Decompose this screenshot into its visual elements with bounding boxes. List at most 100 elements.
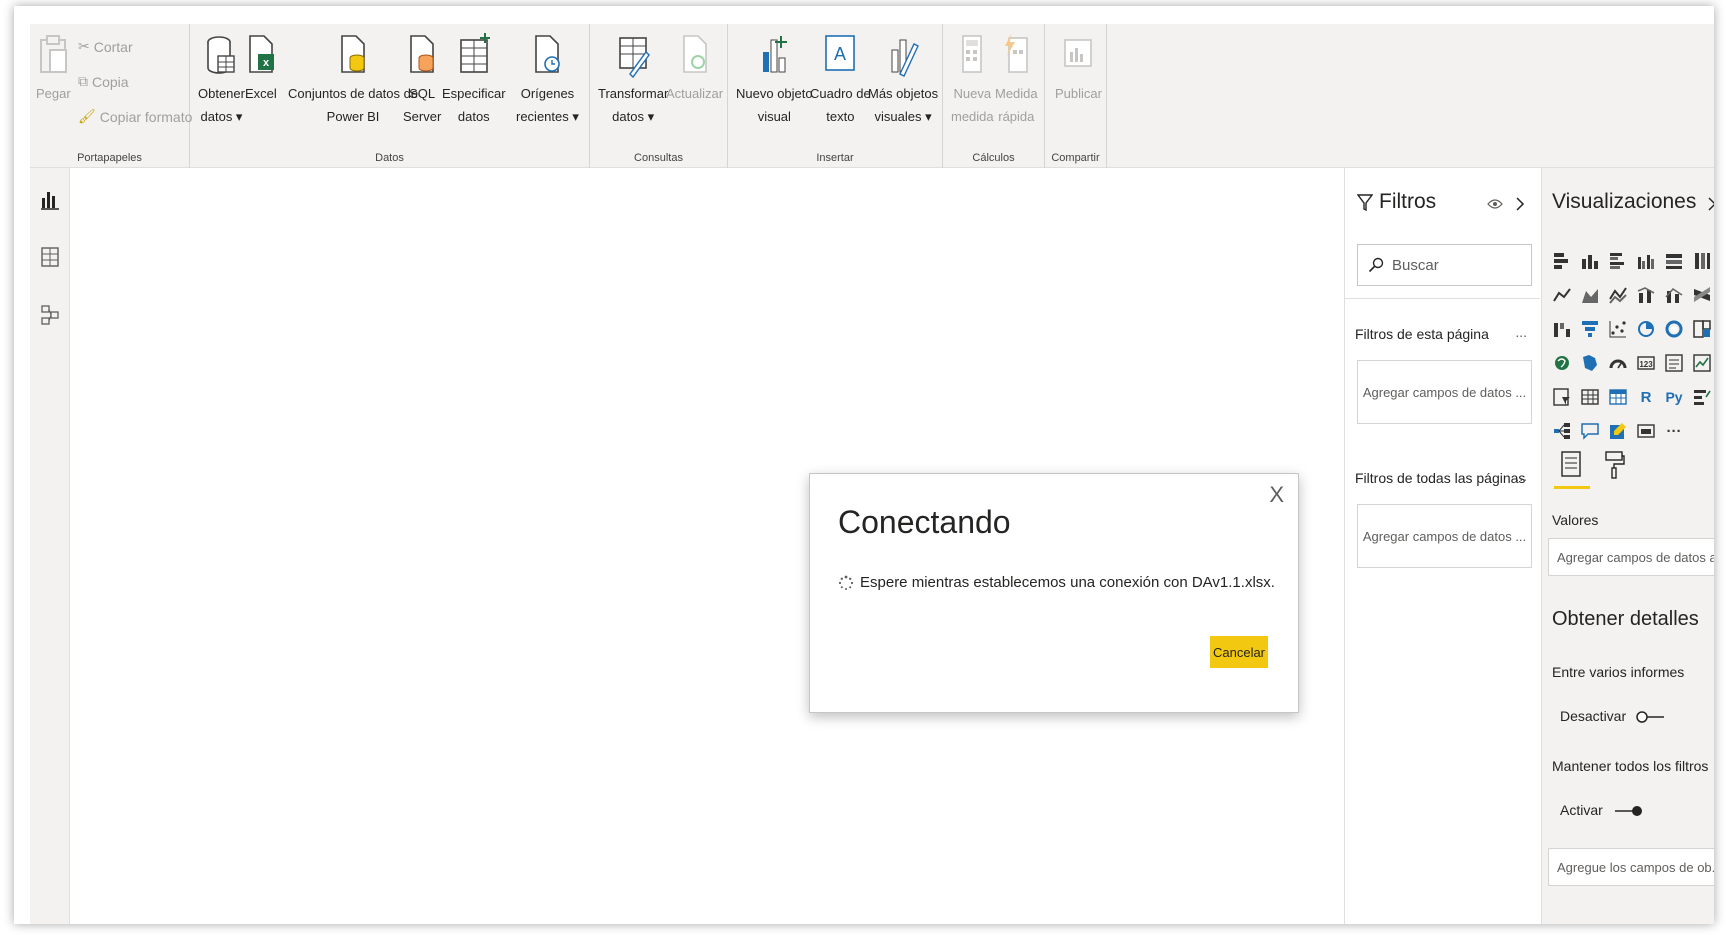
excel-button[interactable]: x Excel <box>245 32 277 105</box>
map-icon[interactable] <box>1550 350 1574 376</box>
more-options-icon[interactable]: ... <box>1515 468 1527 484</box>
clock-file-icon <box>535 35 561 73</box>
waterfall-chart-icon[interactable] <box>1550 316 1574 342</box>
all-pages-drop-well[interactable]: Agregar campos de datos ... <box>1357 504 1532 568</box>
funnel-chart-icon[interactable] <box>1578 316 1602 342</box>
filters-search-input[interactable]: Buscar <box>1357 244 1532 286</box>
cut-button[interactable]: ✂ Cortar <box>78 38 133 55</box>
brush-icon: 🖌 <box>78 108 96 124</box>
toggle-on-label: Activar <box>1560 802 1603 818</box>
cancel-button[interactable]: Cancelar <box>1210 636 1268 668</box>
kpi-icon[interactable] <box>1690 350 1714 376</box>
eye-icon[interactable] <box>1487 198 1503 210</box>
more-visuals-button[interactable]: Más objetos visuales ▾ <box>868 32 938 128</box>
search-placeholder: Buscar <box>1392 256 1439 274</box>
more-options-icon[interactable]: ... <box>1515 324 1527 340</box>
dialog-message-text: Espere mientras establecemos una conexió… <box>860 574 1275 591</box>
group-label-insert: Insertar <box>816 152 854 164</box>
connecting-dialog: X Conectando Espere mientras establecemo… <box>809 473 1299 713</box>
scatter-chart-icon[interactable] <box>1606 316 1630 342</box>
area-chart-icon[interactable] <box>1578 282 1602 308</box>
paginated-report-icon[interactable] <box>1634 418 1658 444</box>
enter-data-button[interactable]: Especificar datos <box>442 32 506 128</box>
clipboard-group: Pegar ✂ Cortar ⧉ Copia 🖌 Copiar formato … <box>30 24 192 168</box>
table-add-icon <box>459 33 490 73</box>
format-paint-roller-icon[interactable] <box>1604 450 1626 480</box>
clustered-bar-chart-icon[interactable] <box>1606 248 1630 274</box>
text-box-button[interactable]: A Cuadro de texto <box>810 32 871 128</box>
new-visual-button[interactable]: Nuevo objeto visual <box>736 32 813 128</box>
stacked-bar-chart-icon[interactable] <box>1550 248 1574 274</box>
get-data-button[interactable]: Obtener datos ▾ <box>198 32 245 128</box>
view-switcher <box>30 168 70 924</box>
transform-icon <box>619 37 651 79</box>
dataset-icon <box>341 35 365 73</box>
report-view-icon[interactable] <box>40 188 60 210</box>
drillthrough-title: Obtener detalles <box>1552 608 1699 630</box>
sql-icon <box>410 35 434 73</box>
paste-button[interactable]: Pegar <box>36 32 71 105</box>
r-visual-icon[interactable]: R <box>1634 384 1658 410</box>
ribbon-chart-icon[interactable] <box>1690 282 1714 308</box>
publish-button[interactable]: Publicar <box>1055 32 1102 105</box>
transform-data-button[interactable]: Transformar datos ▾ <box>598 32 668 128</box>
matrix-icon[interactable] <box>1606 384 1630 410</box>
active-tab-indicator <box>1554 486 1590 489</box>
qna-icon[interactable] <box>1578 418 1602 444</box>
smart-narrative-icon[interactable] <box>1606 418 1630 444</box>
slicer-icon[interactable] <box>1550 384 1574 410</box>
line-stacked-column-icon[interactable] <box>1662 282 1686 308</box>
bar-chart-icon <box>763 36 788 73</box>
decomposition-tree-icon[interactable] <box>1550 418 1574 444</box>
filter-icon <box>1357 194 1373 212</box>
cross-report-toggle[interactable]: Desactivar <box>1560 708 1666 724</box>
stacked-column-chart-icon[interactable] <box>1578 248 1602 274</box>
format-painter-button[interactable]: 🖌 Copiar formato <box>78 108 192 125</box>
queries-group: Transformar datos ▾ Actualizar Consultas <box>590 24 728 168</box>
scissors-icon: ✂ <box>78 38 90 54</box>
database-icon <box>207 36 236 74</box>
table-icon[interactable] <box>1578 384 1602 410</box>
this-page-drop-well[interactable]: Agregar campos de datos ... <box>1357 360 1532 424</box>
spinner-icon <box>838 575 854 590</box>
refresh-button[interactable]: Actualizar <box>666 32 723 105</box>
refresh-icon <box>682 35 707 73</box>
line-clustered-column-icon[interactable] <box>1634 282 1658 308</box>
donut-chart-icon[interactable] <box>1662 316 1686 342</box>
svg-text:x: x <box>263 57 270 69</box>
python-visual-icon[interactable]: Py <box>1662 384 1686 410</box>
model-view-icon[interactable] <box>40 304 60 326</box>
recent-sources-button[interactable]: Orígenes recientes ▾ <box>516 32 579 128</box>
multi-row-card-icon[interactable] <box>1662 350 1686 376</box>
filters-pane: Filtros Buscar Filtros de esta página ..… <box>1344 168 1540 924</box>
new-measure-button[interactable]: Nueva medida <box>951 32 994 128</box>
data-view-icon[interactable] <box>40 246 60 268</box>
pie-chart-icon[interactable] <box>1634 316 1658 342</box>
close-icon[interactable]: X <box>1269 482 1284 508</box>
clustered-column-chart-icon[interactable] <box>1634 248 1658 274</box>
powerbi-datasets-button[interactable]: Conjuntos de datos de Power BI <box>288 32 418 128</box>
values-drop-well[interactable]: Agregar campos de datos a... <box>1548 538 1714 576</box>
fields-tab-icon[interactable] <box>1560 450 1582 478</box>
filters-this-page-label: Filtros de esta página <box>1355 326 1489 342</box>
chevron-right-icon[interactable] <box>1707 196 1714 212</box>
sql-server-button[interactable]: SQL Server <box>403 32 441 128</box>
quick-measure-button[interactable]: Medida rápida <box>995 32 1038 128</box>
filled-map-icon[interactable] <box>1578 350 1602 376</box>
100-stacked-column-icon[interactable] <box>1690 248 1714 274</box>
key-influencers-icon[interactable] <box>1690 384 1714 410</box>
svg-text:A: A <box>834 44 846 64</box>
drillthrough-drop-well[interactable]: Agregue los campos de ob... <box>1548 848 1714 886</box>
keep-filters-toggle[interactable]: Activar <box>1560 802 1643 818</box>
more-visuals-icon[interactable]: ··· <box>1662 418 1686 444</box>
copy-button[interactable]: ⧉ Copia <box>78 73 129 90</box>
stacked-area-chart-icon[interactable] <box>1606 282 1630 308</box>
treemap-icon[interactable] <box>1690 316 1714 342</box>
chevron-right-icon[interactable] <box>1515 196 1525 212</box>
filters-all-pages-label: Filtros de todas las páginas <box>1355 470 1526 486</box>
quick-measure-icon <box>1005 34 1029 73</box>
card-icon[interactable]: 123 <box>1634 350 1658 376</box>
line-chart-icon[interactable] <box>1550 282 1574 308</box>
100-stacked-bar-icon[interactable] <box>1662 248 1686 274</box>
gauge-icon[interactable] <box>1606 350 1630 376</box>
